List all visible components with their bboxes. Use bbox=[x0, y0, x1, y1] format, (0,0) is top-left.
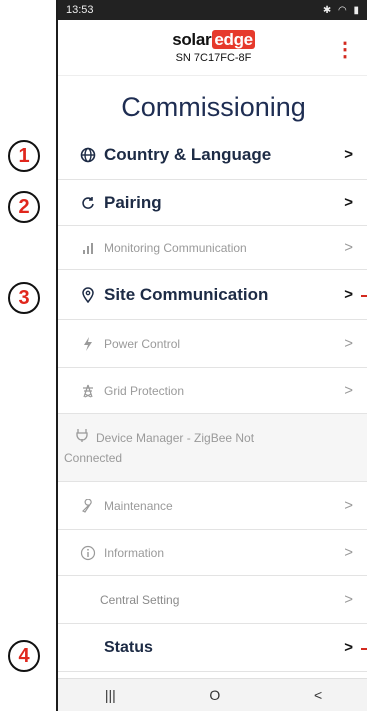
status-icons: ✱ ◠ ▮ bbox=[322, 4, 361, 16]
android-nav-bar: ||| O < bbox=[58, 678, 367, 711]
app-header: solar edge SN 7C17FC-8F ⋮ bbox=[58, 20, 367, 76]
chevron-right-icon: > bbox=[344, 497, 353, 514]
chevron-right-icon: > bbox=[344, 335, 353, 352]
chevron-right-icon: > bbox=[344, 639, 353, 656]
clock: 13:53 bbox=[66, 4, 94, 16]
menu-item-country-language[interactable]: Country & Language > bbox=[58, 130, 367, 180]
recent-apps-button[interactable]: ||| bbox=[105, 687, 116, 703]
chevron-right-icon: > bbox=[344, 286, 353, 303]
back-button[interactable]: < bbox=[314, 687, 322, 703]
refresh-icon bbox=[76, 196, 100, 210]
callout-3: 3 bbox=[8, 282, 40, 314]
menu-item-status[interactable]: Status > bbox=[58, 624, 367, 672]
status-bar: 13:53 ✱ ◠ ▮ bbox=[58, 0, 367, 20]
menu-label: Information bbox=[104, 545, 165, 560]
menu-item-grid-protection[interactable]: Grid Protection > bbox=[58, 368, 367, 414]
home-button[interactable]: O bbox=[209, 687, 220, 703]
serial-number: SN 7C17FC-8F bbox=[175, 52, 252, 64]
menu-label: Monitoring Communication bbox=[104, 240, 247, 255]
lightning-icon bbox=[76, 336, 100, 351]
commissioning-menu: Country & Language > Pairing > Monitorin… bbox=[58, 130, 367, 672]
chevron-right-icon: > bbox=[344, 239, 353, 256]
menu-item-pairing[interactable]: Pairing > bbox=[58, 180, 367, 226]
menu-label: Device Manager - ZigBee Not Connected bbox=[64, 428, 353, 468]
menu-item-site-communication[interactable]: Site Communication > bbox=[58, 270, 367, 320]
menu-label: Power Control bbox=[104, 336, 181, 351]
chevron-right-icon: > bbox=[344, 544, 353, 561]
menu-label: Status bbox=[104, 638, 153, 656]
annotation-marker bbox=[361, 294, 367, 297]
annotation-marker bbox=[361, 647, 367, 650]
wrench-icon bbox=[76, 498, 100, 513]
menu-label: Pairing bbox=[104, 192, 162, 212]
plug-icon bbox=[72, 428, 92, 442]
callout-1: 1 bbox=[8, 140, 40, 172]
solaredge-logo: solar edge bbox=[172, 30, 255, 49]
menu-label: Site Communication bbox=[104, 284, 269, 304]
menu-label: Maintenance bbox=[104, 498, 173, 513]
menu-label: Grid Protection bbox=[104, 383, 185, 398]
chevron-right-icon: > bbox=[344, 591, 353, 608]
menu-item-device-manager[interactable]: Device Manager - ZigBee Not Connected bbox=[58, 414, 367, 482]
callout-2: 2 bbox=[8, 191, 40, 223]
menu-item-monitoring-communication[interactable]: Monitoring Communication > bbox=[58, 226, 367, 270]
phone-screen: 13:53 ✱ ◠ ▮ solar edge SN 7C17FC-8F ⋮ Com… bbox=[56, 0, 367, 711]
page-title: Commissioning bbox=[121, 92, 306, 122]
menu-label: Central Setting bbox=[100, 592, 180, 607]
globe-icon bbox=[76, 147, 100, 163]
chevron-right-icon: > bbox=[344, 382, 353, 399]
power-tower-icon bbox=[76, 384, 100, 398]
callout-4: 4 bbox=[8, 640, 40, 672]
chevron-right-icon: > bbox=[344, 194, 353, 211]
info-icon bbox=[76, 545, 100, 561]
menu-item-central-setting[interactable]: Central Setting > bbox=[58, 576, 367, 624]
menu-item-information[interactable]: Information > bbox=[58, 530, 367, 576]
menu-item-power-control[interactable]: Power Control > bbox=[58, 320, 367, 368]
menu-label: Country & Language bbox=[104, 144, 272, 164]
location-pin-icon bbox=[76, 286, 100, 303]
kebab-menu-icon[interactable]: ⋮ bbox=[335, 40, 355, 60]
chevron-right-icon: > bbox=[344, 146, 353, 163]
menu-item-maintenance[interactable]: Maintenance > bbox=[58, 482, 367, 530]
bar-chart-icon bbox=[76, 241, 100, 255]
